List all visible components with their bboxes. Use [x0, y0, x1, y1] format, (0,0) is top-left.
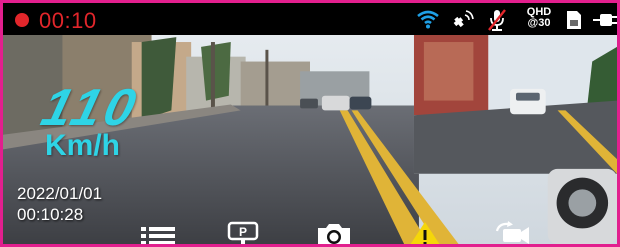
resolution-indicator: QHD @30	[519, 7, 559, 29]
switch-camera-icon[interactable]	[493, 221, 533, 247]
svg-text:P: P	[239, 225, 247, 239]
recording-dot-icon	[15, 13, 29, 27]
mic-muted-icon[interactable]	[486, 8, 508, 32]
speed-unit: Km/h	[45, 129, 120, 162]
warning-icon[interactable]	[407, 221, 443, 247]
parking-mode-icon[interactable]: P	[227, 221, 259, 247]
sd-card-icon	[567, 11, 581, 29]
menu-icon[interactable]	[141, 224, 177, 247]
wifi-icon[interactable]	[416, 9, 440, 29]
power-plug-icon	[593, 14, 617, 26]
date-stamp: 2022/01/01	[17, 184, 103, 203]
camera-icon[interactable]	[315, 222, 353, 247]
dashcam-screen: 00:10 QHD @30 110 Km/h 2022/01/01 00:10:…	[0, 0, 620, 247]
time-stamp: 00:10:28	[17, 205, 84, 224]
status-bar: 00:10 QHD @30	[3, 3, 617, 35]
framerate-label: @30	[527, 17, 551, 29]
gps-satellite-icon	[453, 10, 474, 28]
recording-timer: 00:10	[39, 8, 97, 33]
